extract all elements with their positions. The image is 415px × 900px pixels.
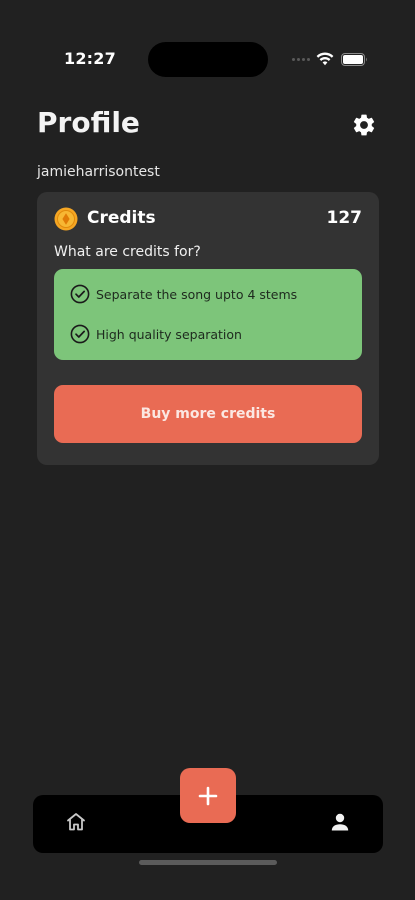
- status-bar: 12:27: [0, 0, 415, 100]
- gear-icon: [353, 114, 375, 136]
- credits-question: What are credits for?: [54, 244, 201, 260]
- dynamic-island: [148, 42, 268, 77]
- person-icon[interactable]: [328, 810, 352, 834]
- wifi-icon: [316, 52, 334, 66]
- list-item: High quality separation: [70, 324, 242, 344]
- coin-icon: [54, 207, 78, 231]
- battery-icon: [341, 53, 367, 66]
- home-icon[interactable]: [64, 810, 88, 834]
- home-indicator: [139, 860, 277, 865]
- cellular-signal-icon: [292, 58, 310, 61]
- benefit-text: High quality separation: [96, 326, 242, 342]
- add-button[interactable]: [180, 768, 236, 823]
- buy-credits-button[interactable]: Buy more credits: [54, 385, 362, 443]
- check-circle-icon: [70, 324, 90, 344]
- profile-screen: 12:27 Profile jamieharrisontest Credits …: [0, 0, 415, 900]
- check-circle-icon: [70, 284, 90, 304]
- credits-label: Credits: [87, 208, 156, 228]
- benefit-text: Separate the song upto 4 stems: [96, 286, 298, 302]
- status-time: 12:27: [64, 49, 116, 68]
- list-item: Separate the song upto 4 stems: [70, 284, 297, 304]
- credits-card: Credits 127 What are credits for? Separa…: [37, 192, 379, 465]
- credits-header: Credits 127: [54, 207, 362, 233]
- benefits-list: Separate the song upto 4 stems High qual…: [54, 269, 362, 360]
- settings-button[interactable]: [349, 110, 379, 140]
- username: jamieharrisontest: [37, 164, 160, 180]
- plus-icon: [198, 786, 218, 805]
- credits-count: 127: [326, 208, 363, 228]
- page-title: Profile: [37, 106, 140, 139]
